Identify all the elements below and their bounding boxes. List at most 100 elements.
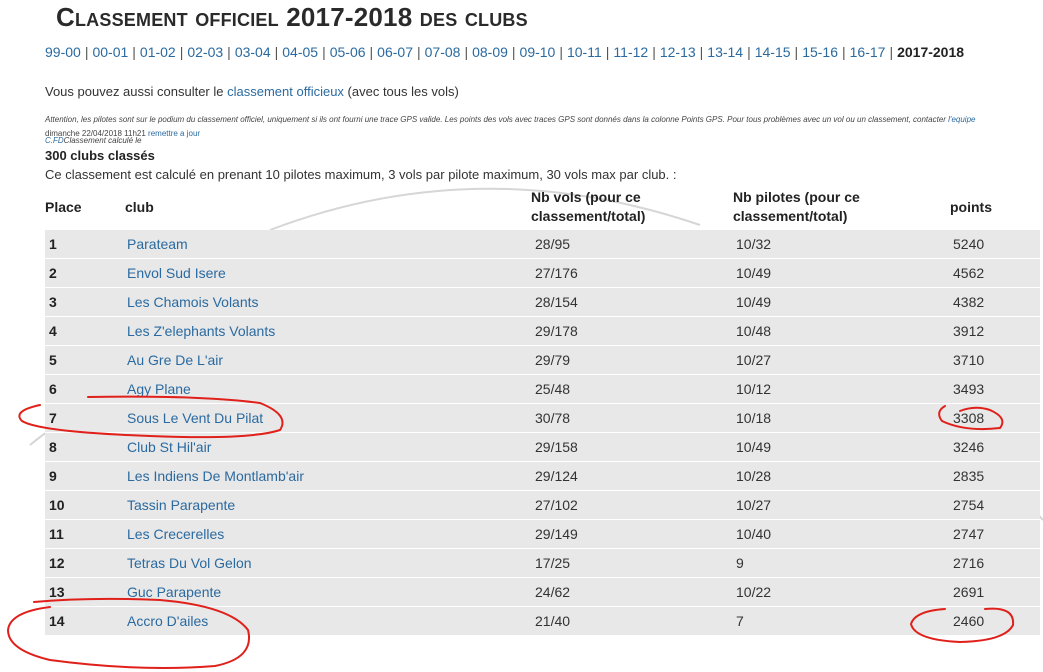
- season-link[interactable]: 07-08: [425, 44, 461, 60]
- season-link[interactable]: 14-15: [755, 44, 791, 60]
- page-title: Classement officiel 2017-2018 des clubs: [56, 2, 528, 33]
- club-link[interactable]: Les Chamois Volants: [127, 288, 259, 316]
- cell-place: 10: [49, 497, 65, 513]
- club-link[interactable]: Parateam: [127, 230, 188, 258]
- cell-points: 3246: [953, 439, 985, 455]
- table-row: 8 Club St Hil'air 29/158 10/49 3246: [45, 433, 1040, 462]
- season-link[interactable]: 00-01: [92, 44, 128, 60]
- cell-points: 4382: [953, 294, 985, 310]
- table-row: 3 Les Chamois Volants 28/154 10/49 4382: [45, 288, 1040, 317]
- club-link[interactable]: Tassin Parapente: [127, 491, 235, 519]
- table-row: 5 Au Gre De L'air 29/79 10/27 3710: [45, 346, 1040, 375]
- consult-suffix: (avec tous les vols): [343, 84, 459, 99]
- season-separator: |: [84, 44, 89, 60]
- season-separator: |: [132, 44, 136, 60]
- season-link[interactable]: 10-11: [567, 44, 602, 60]
- warning-body: Attention, les pilotes sont sur le podiu…: [45, 115, 949, 124]
- title-initial: C: [56, 2, 75, 32]
- cell-vols: 28/154: [535, 294, 578, 310]
- cell-pilotes: 10/49: [736, 265, 772, 281]
- club-link[interactable]: Tetras Du Vol Gelon: [127, 549, 252, 577]
- season-separator: |: [227, 44, 231, 60]
- cell-place: 9: [49, 468, 57, 484]
- unofficial-ranking-link[interactable]: classement officieux: [227, 84, 344, 99]
- season-separator: |: [842, 44, 846, 60]
- club-link[interactable]: Agy Plane: [127, 375, 191, 403]
- club-link[interactable]: Les Z'elephants Volants: [127, 317, 275, 345]
- season-link[interactable]: 06-07: [377, 44, 413, 60]
- cell-place: 12: [49, 555, 65, 571]
- season-link[interactable]: 08-09: [472, 44, 508, 60]
- cell-place: 14: [49, 613, 65, 629]
- season-link[interactable]: 02-03: [187, 44, 223, 60]
- season-separator: |: [605, 44, 610, 60]
- cell-pilotes: 10/40: [736, 526, 772, 542]
- cell-points: 3912: [953, 323, 985, 339]
- club-link[interactable]: Sous Le Vent Du Pilat: [127, 404, 263, 432]
- season-nav: 99-00 | 00-01 | 01-02 | 02-03 | 03-04 | 04-05 | 05-0…: [45, 44, 964, 60]
- header-club: club: [125, 199, 154, 215]
- ranking-table: 1 Parateam 28/95 10/32 5240 2 Envol Sud Isere 2…: [45, 230, 1040, 636]
- table-row: 7 Sous Le Vent Du Pilat 30/78 10/18 3308: [45, 404, 1040, 433]
- cell-vols: 29/158: [535, 439, 578, 455]
- season-separator: |: [889, 44, 894, 60]
- cell-vols: 17/25: [535, 555, 571, 571]
- club-link[interactable]: Accro D'ailes: [127, 607, 208, 635]
- cell-place: 6: [49, 381, 57, 397]
- season-separator: |: [794, 44, 799, 60]
- table-row: 13 Guc Parapente 24/62 10/22 2691: [45, 578, 1040, 607]
- cell-vols: 29/178: [535, 323, 578, 339]
- season-separator: |: [559, 44, 563, 60]
- table-row: 11 Les Crecerelles 29/149 10/40 2747: [45, 520, 1040, 549]
- table-row: 1 Parateam 28/95 10/32 5240: [45, 230, 1040, 259]
- table-row: 14 Accro D'ailes 21/40 7 2460: [45, 607, 1040, 636]
- clubs-count: 300 clubs classés: [45, 148, 155, 163]
- cell-vols: 29/149: [535, 526, 578, 542]
- season-link[interactable]: 09-10: [520, 44, 556, 60]
- cell-vols: 25/48: [535, 381, 571, 397]
- consult-line: Vous pouvez aussi consulter le classemen…: [45, 84, 459, 99]
- season-separator: |: [652, 44, 656, 60]
- season-link[interactable]: 04-05: [282, 44, 318, 60]
- season-link[interactable]: 11-12: [613, 44, 648, 60]
- season-link[interactable]: 05-06: [330, 44, 366, 60]
- cell-place: 7: [49, 410, 57, 426]
- club-link[interactable]: Guc Parapente: [127, 578, 221, 606]
- season-link[interactable]: 15-16: [802, 44, 838, 60]
- cell-place: 1: [49, 236, 57, 252]
- season-separator: |: [369, 44, 374, 60]
- club-link[interactable]: Les Indiens De Montlamb'air: [127, 462, 304, 490]
- cell-points: 2691: [953, 584, 985, 600]
- cell-pilotes: 10/49: [736, 294, 772, 310]
- table-row: 6 Agy Plane 25/48 10/12 3493: [45, 375, 1040, 404]
- season-link[interactable]: 99-00: [45, 44, 81, 60]
- cell-place: 11: [49, 526, 64, 542]
- cell-pilotes: 10/18: [736, 410, 772, 426]
- season-link[interactable]: 03-04: [235, 44, 271, 60]
- computed-date: dimanche 22/04/2018 11h21: [45, 129, 149, 138]
- cell-place: 4: [49, 323, 57, 339]
- update-link[interactable]: remettre a jour: [148, 129, 200, 138]
- cell-place: 13: [49, 584, 65, 600]
- club-link[interactable]: Envol Sud Isere: [127, 259, 226, 287]
- season-separator: |: [322, 44, 326, 60]
- cell-vols: 28/95: [535, 236, 571, 252]
- ranking-page: Classement officiel 2017-2018 des clubs …: [0, 0, 1043, 672]
- cell-pilotes: 10/12: [736, 381, 772, 397]
- season-link[interactable]: 16-17: [850, 44, 886, 60]
- cell-vols: 29/79: [535, 352, 571, 368]
- cell-points: 2835: [953, 468, 985, 484]
- season-link[interactable]: 01-02: [140, 44, 176, 60]
- cell-vols: 30/78: [535, 410, 571, 426]
- cell-pilotes: 10/22: [736, 584, 772, 600]
- season-link[interactable]: 12-13: [660, 44, 696, 60]
- club-link[interactable]: Les Crecerelles: [127, 520, 224, 548]
- club-link[interactable]: Au Gre De L'air: [127, 346, 223, 374]
- cell-points: 3710: [953, 352, 985, 368]
- cell-pilotes: 10/27: [736, 497, 772, 513]
- season-link[interactable]: 13-14: [707, 44, 743, 60]
- cell-pilotes: 10/27: [736, 352, 772, 368]
- cell-points: 4562: [953, 265, 985, 281]
- cell-place: 2: [49, 265, 57, 281]
- club-link[interactable]: Club St Hil'air: [127, 433, 211, 461]
